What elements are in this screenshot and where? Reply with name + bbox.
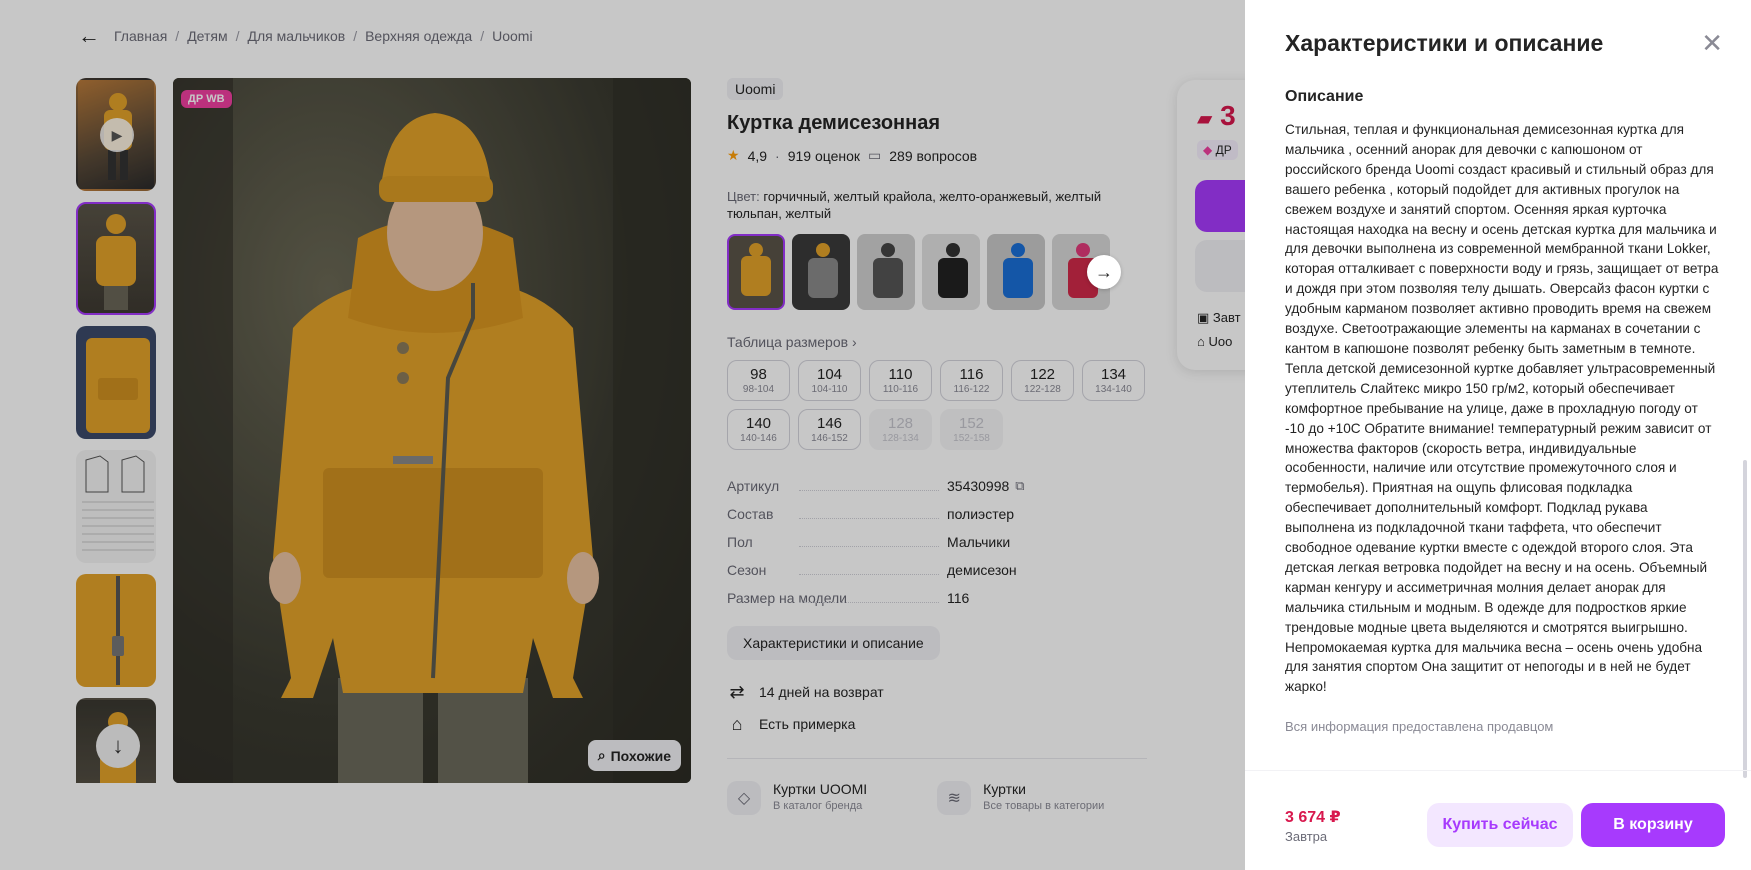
- description-text: Стильная, теплая и функциональная демисе…: [1285, 122, 1719, 695]
- panel-title: Характеристики и описание: [1285, 30, 1604, 56]
- footer-price: 3 674 ₽: [1285, 809, 1341, 826]
- characteristics-panel: Характеристики и описание ✕ Описание Сти…: [1245, 0, 1751, 870]
- footer-delivery: Завтра: [1285, 829, 1328, 844]
- close-icon[interactable]: ✕: [1701, 30, 1723, 56]
- buy-now-button[interactable]: Купить сейчас: [1427, 803, 1573, 847]
- arrow-right-icon[interactable]: →: [1087, 255, 1121, 289]
- panel-footer: 3 674 ₽ Завтра Купить сейчас В корзину: [1245, 770, 1751, 870]
- description-heading: Описание: [1285, 88, 1364, 105]
- scrollbar[interactable]: [1743, 460, 1747, 778]
- panel-body: Описание Стильная, теплая и функциональн…: [1285, 88, 1721, 734]
- seller-note: Вся информация предоставлена продавцом: [1285, 719, 1554, 735]
- add-to-cart-button[interactable]: В корзину: [1581, 803, 1725, 847]
